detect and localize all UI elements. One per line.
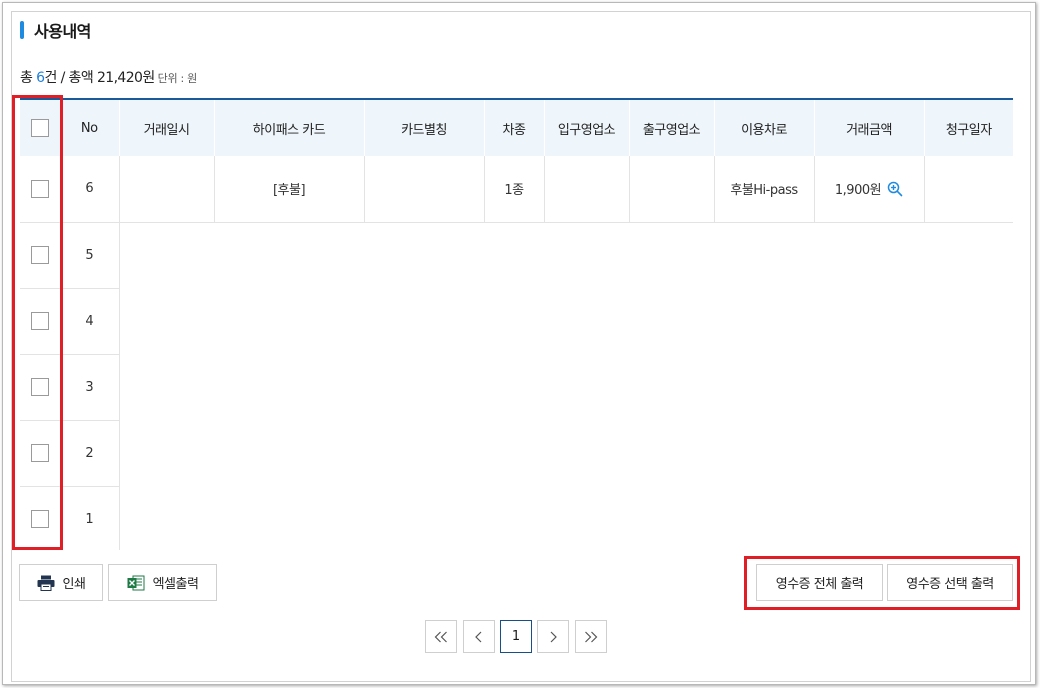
row-checkbox[interactable] — [31, 378, 49, 396]
row-exit-office — [628, 156, 714, 223]
section-title-text: 사용내역 — [34, 22, 91, 41]
header-entry-office: 입구영업소 — [543, 99, 629, 156]
header-exit-office: 출구영업소 — [628, 99, 714, 156]
row-empty-area — [118, 420, 1013, 486]
excel-icon — [127, 575, 145, 590]
section-title: 사용내역 — [20, 18, 91, 42]
header-lane: 이용차로 — [713, 99, 814, 156]
print-icon — [37, 575, 55, 591]
summary-unit: 단위 : 원 — [157, 72, 198, 85]
table-row[interactable]: 6 [후불] 1종 후불Hi-pass 1,900원 — [20, 156, 1013, 223]
header-card: 하이패스 카드 — [213, 99, 364, 156]
summary-total: 건 / 총액 21,420원 — [44, 70, 155, 86]
row-datetime — [118, 156, 214, 223]
chevron-right-icon — [550, 631, 557, 642]
row-empty-area — [118, 486, 1013, 550]
title-accent-bar — [20, 21, 24, 39]
row-checkbox[interactable] — [31, 510, 49, 528]
row-checkbox[interactable] — [31, 444, 49, 462]
header-select-all-cell — [20, 99, 60, 156]
header-datetime: 거래일시 — [118, 99, 214, 156]
row-checkbox[interactable] — [31, 312, 49, 330]
row-no: 2 — [60, 420, 119, 487]
usage-table-container: No 거래일시 하이패스 카드 카드별칭 차종 입구영업소 출구영업소 이용차로… — [20, 98, 1013, 550]
receipt-print-selected-label: 영수증 선택 출력 — [906, 577, 994, 592]
row-empty-area — [118, 222, 1013, 288]
table-row[interactable]: 5 — [20, 222, 1013, 289]
row-amount: 1,900원 — [834, 183, 882, 199]
receipt-print-all-button[interactable]: 영수증 전체 출력 — [756, 564, 883, 601]
double-chevron-right-icon — [585, 631, 598, 642]
row-select-cell — [20, 222, 60, 289]
header-billing-date: 청구일자 — [923, 99, 1013, 156]
print-button-label: 인쇄 — [62, 577, 86, 592]
row-alias — [363, 156, 484, 223]
row-no: 6 — [60, 156, 119, 223]
header-alias: 카드별칭 — [363, 99, 484, 156]
print-button[interactable]: 인쇄 — [19, 564, 103, 601]
row-select-cell — [20, 288, 60, 355]
header-vehicle-type: 차종 — [483, 99, 544, 156]
row-select-cell — [20, 156, 60, 223]
table-row[interactable]: 3 — [20, 354, 1013, 421]
row-no: 3 — [60, 354, 119, 421]
row-lane: 후불Hi-pass — [713, 156, 814, 223]
row-entry-office — [543, 156, 629, 223]
row-empty-area — [118, 354, 1013, 420]
row-card: [후불] — [213, 156, 364, 223]
row-amount-cell: 1,900원 — [813, 156, 924, 223]
pagination-first[interactable] — [425, 620, 457, 653]
table-row[interactable]: 4 — [20, 288, 1013, 355]
row-no: 4 — [60, 288, 119, 355]
pagination-page-current[interactable]: 1 — [500, 620, 532, 653]
double-chevron-left-icon — [434, 631, 447, 642]
table-row[interactable]: 2 — [20, 420, 1013, 487]
pagination-last[interactable] — [575, 620, 607, 653]
header-no: No — [60, 99, 119, 156]
chevron-left-icon — [475, 631, 482, 642]
row-empty-area — [118, 288, 1013, 354]
row-select-cell — [20, 486, 60, 550]
row-vehicle-type: 1종 — [483, 156, 544, 223]
table-header-row: No 거래일시 하이패스 카드 카드별칭 차종 입구영업소 출구영업소 이용차로… — [20, 99, 1013, 156]
row-select-cell — [20, 420, 60, 487]
receipt-print-selected-button[interactable]: 영수증 선택 출력 — [887, 564, 1013, 601]
excel-button-label: 엑셀출력 — [152, 577, 199, 592]
usage-table: No 거래일시 하이패스 카드 카드별칭 차종 입구영업소 출구영업소 이용차로… — [20, 98, 1013, 550]
excel-export-button[interactable]: 엑셀출력 — [108, 564, 217, 601]
row-checkbox[interactable] — [31, 246, 49, 264]
table-row[interactable]: 1 — [20, 486, 1013, 550]
receipt-print-all-label: 영수증 전체 출력 — [775, 577, 864, 592]
summary-prefix: 총 — [20, 70, 37, 86]
row-no: 1 — [60, 486, 119, 550]
zoom-in-icon[interactable] — [887, 181, 903, 197]
row-billing-date — [923, 156, 1013, 223]
row-checkbox[interactable] — [31, 179, 49, 198]
pagination-next[interactable] — [537, 620, 569, 653]
usage-summary: 총 6건 / 총액 21,420원 단위 : 원 — [20, 67, 197, 87]
header-amount: 거래금액 — [813, 99, 924, 156]
select-all-checkbox[interactable] — [31, 119, 49, 137]
row-select-cell — [20, 354, 60, 421]
row-no: 5 — [60, 222, 119, 289]
pagination-prev[interactable] — [463, 620, 495, 653]
